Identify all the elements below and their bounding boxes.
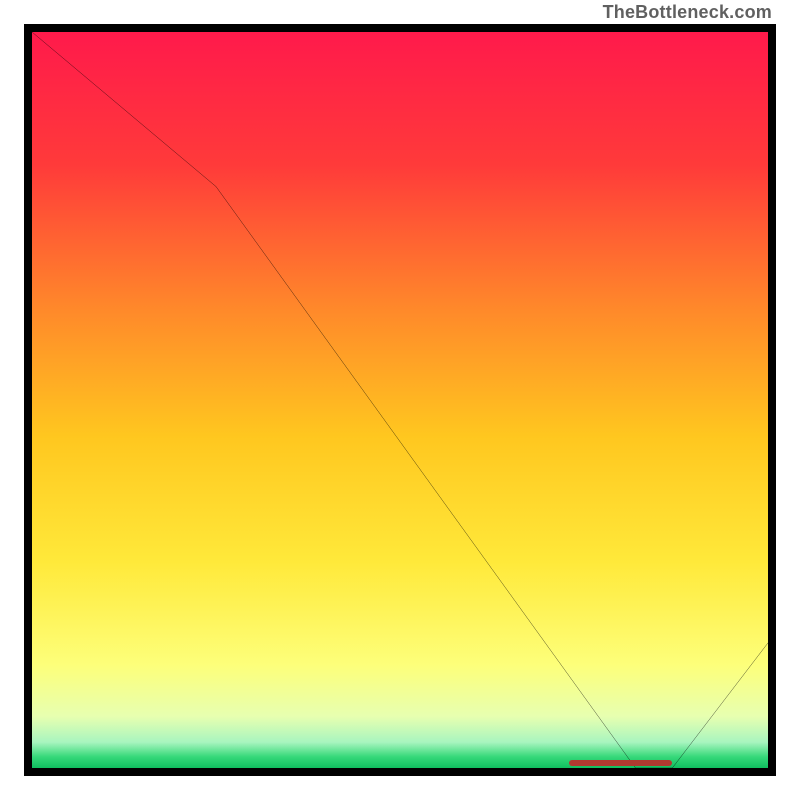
chart-line-plot <box>32 32 768 768</box>
chart-optimal-marker <box>569 760 672 766</box>
attribution-label: TheBottleneck.com <box>603 2 772 23</box>
chart-frame <box>24 24 776 776</box>
chart-series-curve <box>32 32 768 768</box>
